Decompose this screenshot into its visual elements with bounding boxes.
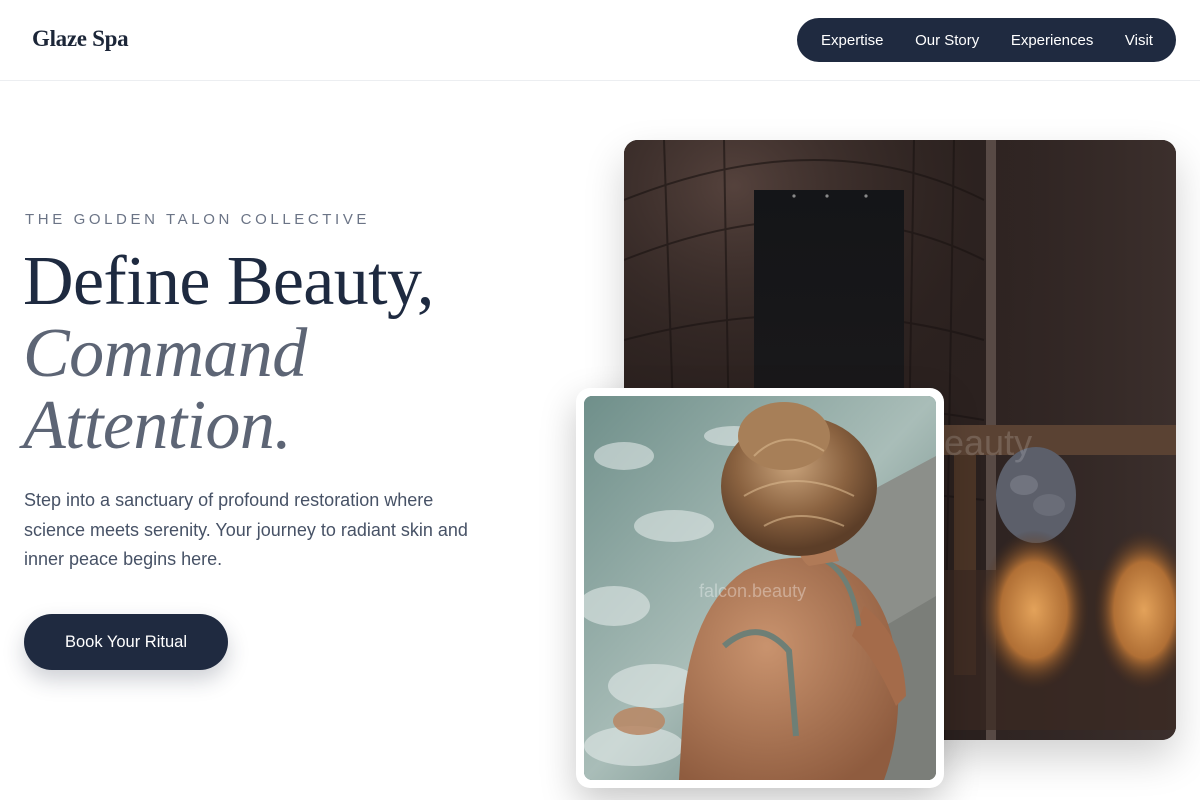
nav-item-our-story[interactable]: Our Story bbox=[915, 32, 979, 49]
main-nav: Expertise Our Story Experiences Visit bbox=[797, 18, 1176, 62]
nav-item-experiences[interactable]: Experiences bbox=[1011, 32, 1094, 49]
spa-photo-card: falcon.beauty bbox=[576, 388, 944, 788]
page: Glaze Spa Expertise Our Story Experience… bbox=[0, 0, 1200, 800]
nav-item-visit[interactable]: Visit bbox=[1125, 32, 1153, 49]
site-header: Glaze Spa Expertise Our Story Experience… bbox=[0, 0, 1200, 81]
spa-image: falcon.beauty bbox=[584, 396, 936, 780]
spa-watermark: falcon.beauty bbox=[699, 581, 807, 601]
headline-line-1: Define Beauty, bbox=[23, 243, 434, 320]
sauna-watermark: eauty bbox=[944, 422, 1033, 463]
headline-line-2: Command bbox=[23, 315, 307, 392]
book-ritual-button[interactable]: Book Your Ritual bbox=[24, 614, 228, 670]
nav-item-expertise[interactable]: Expertise bbox=[821, 32, 884, 49]
hero-description: Step into a sanctuary of profound restor… bbox=[24, 490, 468, 569]
hero-headline: Define Beauty, Command Attention. bbox=[23, 246, 434, 462]
headline-line-3: Attention. bbox=[23, 387, 292, 464]
hero-eyebrow: THE GOLDEN TALON COLLECTIVE bbox=[25, 211, 371, 228]
brand-logo[interactable]: Glaze Spa bbox=[32, 26, 129, 52]
